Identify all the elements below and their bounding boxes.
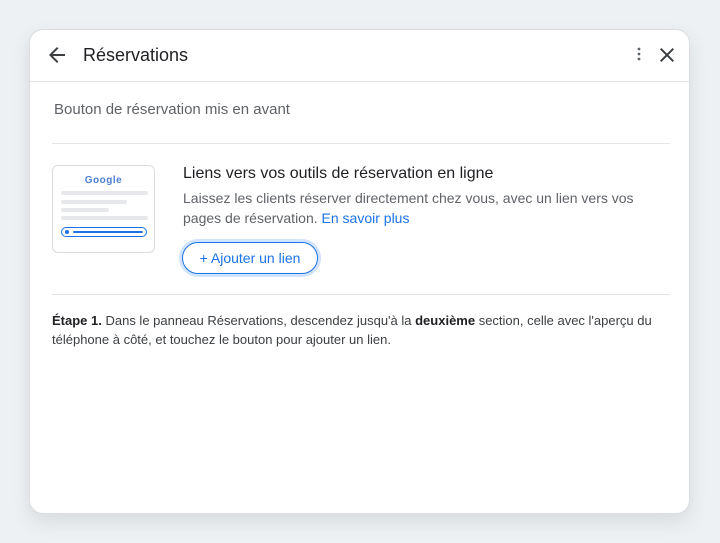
pill-line [73,231,143,233]
instruction-emphasis: deuxième [415,313,476,328]
feature-description: Laissez les clients réserver directement… [183,188,673,228]
placeholder-line [61,208,109,212]
booking-preview-illustration: Google [52,165,155,253]
section-title: Bouton de réservation mis en avant [54,101,290,118]
placeholder-line [61,191,148,195]
placeholder-line [61,200,127,204]
divider [52,143,670,144]
divider [52,294,670,295]
instruction-text: Étape 1. Dans le panneau Réservations, d… [52,311,670,349]
back-button[interactable] [45,43,69,67]
highlighted-link-pill [61,227,147,237]
reservations-panel: Réservations Bouton de réservation mis e… [29,29,690,514]
placeholder-line [61,216,148,220]
feature-title: Liens vers vos outils de réservation en … [183,165,494,182]
google-logo: Google [84,175,123,186]
add-link-button[interactable]: + Ajouter un lien [182,242,318,274]
close-icon [660,48,674,62]
step-label: Étape 1. [52,313,102,328]
more-vertical-icon [637,47,641,61]
learn-more-link[interactable]: En savoir plus [322,210,410,226]
arrow-left-icon [49,47,65,63]
close-button[interactable] [655,43,679,67]
page-title: Réservations [83,45,189,65]
more-options-button[interactable] [628,44,650,66]
panel-header: Réservations [30,30,689,82]
instruction-text-before: Dans le panneau Réservations, descendez … [101,313,416,328]
pill-dot [65,230,69,234]
